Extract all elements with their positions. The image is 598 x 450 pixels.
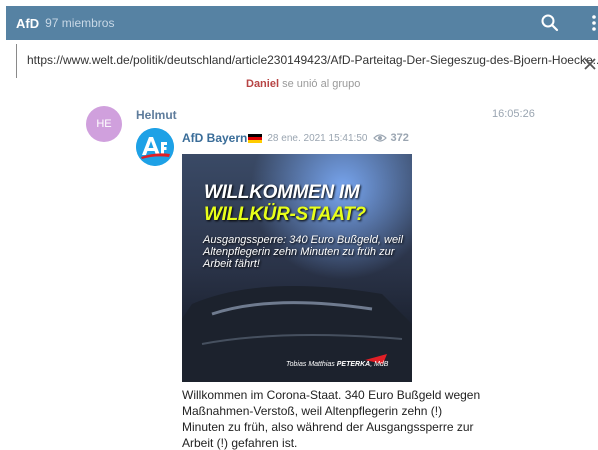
service-user-name[interactable]: Daniel — [246, 78, 279, 90]
message-time: 16:05:26 — [492, 108, 535, 120]
forwarded-channel-name[interactable]: AfD Bayern — [182, 131, 247, 145]
chat-header: AfD 97 miembros — [6, 6, 598, 40]
close-icon[interactable] — [583, 57, 597, 71]
image-subtitle: Ausgangssperre: 340 Euro Bußgeld, weil A… — [203, 234, 403, 270]
service-text: se unió al grupo — [282, 78, 361, 90]
image-credit: Tobias Matthias PETERKA, MdB — [286, 361, 389, 368]
forward-header: AfD Bayern 28 ene. 2021 15:41:50 372 — [182, 131, 409, 145]
search-icon[interactable] — [540, 13, 560, 33]
avatar[interactable]: HE — [86, 106, 122, 142]
sender-name[interactable]: Helmut — [136, 108, 177, 122]
image-headline-1: WILLKOMMEN IM — [204, 182, 360, 203]
message-text: Willkommen im Corona-Staat. 340 Euro Buß… — [182, 388, 481, 450]
image-credit-suffix: MdB — [374, 361, 389, 368]
view-count: 372 — [390, 132, 409, 144]
image-headline-2: WILLKÜR-STAAT? — [204, 204, 366, 225]
eye-icon — [373, 134, 388, 142]
image-credit-name: Tobias Matthias — [286, 361, 335, 368]
chat-title[interactable]: AfD — [16, 16, 39, 31]
afd-logo-icon[interactable] — [136, 128, 174, 166]
image-credit-strong: PETERKA — [336, 361, 371, 368]
service-message: Daniel se unió al grupo — [246, 78, 360, 90]
german-flag-icon — [248, 133, 263, 143]
more-vertical-icon[interactable] — [590, 13, 598, 33]
forward-date: 28 ene. 2021 15:41:50 — [267, 132, 368, 144]
link-preview-bar: https://www.welt.de/politik/deutschland/… — [16, 44, 598, 78]
member-count: 97 miembros — [45, 16, 115, 30]
post-image[interactable]: WILLKOMMEN IM WILLKÜR-STAAT? Ausgangsspe… — [182, 154, 412, 382]
link-url[interactable]: https://www.welt.de/politik/deutschland/… — [27, 53, 598, 67]
